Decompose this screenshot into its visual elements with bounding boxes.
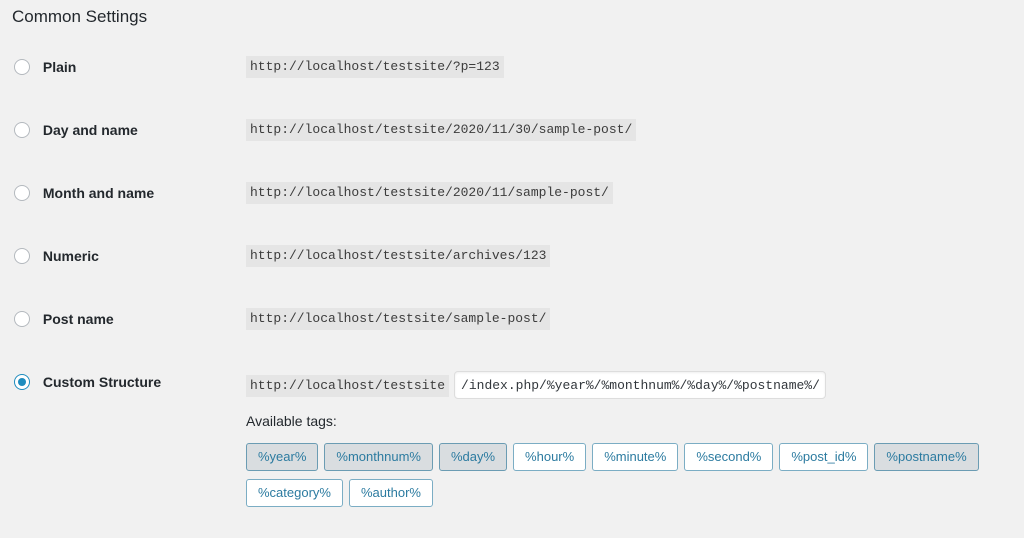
- radio-plain[interactable]: [14, 59, 30, 75]
- available-tags-label: Available tags:: [246, 413, 337, 429]
- permalink-option-label-cell: Post name: [0, 308, 246, 371]
- option-day-and-name-label: Day and name: [42, 122, 138, 138]
- permalink-option-value-cell: http://localhost/testsite/2020/11/30/sam…: [246, 119, 1024, 182]
- permalink-option-label-cell: Plain: [0, 56, 246, 119]
- radio-day-and-name[interactable]: [14, 122, 30, 138]
- option-post-name-label: Post name: [42, 311, 114, 327]
- tag-button-postname[interactable]: %postname%: [874, 443, 979, 471]
- option-post-name-url: http://localhost/testsite/sample-post/: [246, 308, 551, 330]
- custom-structure-prefix: http://localhost/testsite: [246, 374, 450, 397]
- permalink-option-value-cell: http://localhost/testsite/2020/11/sample…: [246, 182, 1024, 245]
- tag-button-author[interactable]: %author%: [348, 479, 433, 507]
- option-numeric-url: http://localhost/testsite/archives/123: [246, 245, 551, 267]
- permalink-option-label-cell: Custom Structure: [0, 371, 246, 515]
- tag-button-monthnum[interactable]: %monthnum%: [324, 443, 433, 471]
- option-month-and-name[interactable]: Month and name: [0, 182, 246, 204]
- permalink-option-row: Month and name http://localhost/testsite…: [0, 182, 1024, 245]
- tag-button-second[interactable]: %second%: [684, 443, 774, 471]
- option-plain-label: Plain: [42, 59, 77, 75]
- page-title: Common Settings: [12, 7, 148, 26]
- option-post-name[interactable]: Post name: [0, 308, 246, 330]
- option-month-and-name-label: Month and name: [42, 185, 155, 201]
- permalink-option-row: Plain http://localhost/testsite/?p=123: [0, 56, 1024, 119]
- custom-structure-field-group: http://localhost/testsite: [246, 371, 1024, 399]
- tag-button-day[interactable]: %day%: [438, 443, 508, 471]
- tag-button-post-id[interactable]: %post_id%: [779, 443, 869, 471]
- permalink-custom-structure-cell: http://localhost/testsite Available tags…: [246, 371, 1024, 515]
- tag-button-year[interactable]: %year%: [246, 443, 319, 471]
- permalink-option-row: Day and name http://localhost/testsite/2…: [0, 119, 1024, 182]
- option-custom-structure-label: Custom Structure: [42, 374, 162, 390]
- radio-numeric[interactable]: [14, 248, 30, 264]
- radio-post-name[interactable]: [14, 311, 30, 327]
- option-month-and-name-url: http://localhost/testsite/2020/11/sample…: [246, 182, 613, 204]
- permalink-option-row: Post name http://localhost/testsite/samp…: [0, 308, 1024, 371]
- permalink-option-row: Numeric http://localhost/testsite/archiv…: [0, 245, 1024, 308]
- tag-button-category[interactable]: %category%: [246, 479, 343, 507]
- option-plain-url: http://localhost/testsite/?p=123: [246, 56, 504, 78]
- permalink-option-value-cell: http://localhost/testsite/archives/123: [246, 245, 1024, 308]
- permalink-option-label-cell: Day and name: [0, 119, 246, 182]
- radio-month-and-name[interactable]: [14, 185, 30, 201]
- option-day-and-name-url: http://localhost/testsite/2020/11/30/sam…: [246, 119, 637, 141]
- available-tags-list: %year% %monthnum% %day% %hour% %minute% %seco…: [246, 443, 1024, 515]
- option-numeric-label: Numeric: [42, 248, 99, 264]
- option-numeric[interactable]: Numeric: [0, 245, 246, 267]
- permalink-settings-body: Plain http://localhost/testsite/?p=123 D…: [0, 56, 1024, 515]
- permalink-option-value-cell: http://localhost/testsite/sample-post/: [246, 308, 1024, 371]
- option-day-and-name[interactable]: Day and name: [0, 119, 246, 141]
- permalink-option-value-cell: http://localhost/testsite/?p=123: [246, 56, 1024, 119]
- radio-custom-structure[interactable]: [14, 374, 30, 390]
- option-plain[interactable]: Plain: [0, 56, 246, 78]
- tag-button-hour[interactable]: %hour%: [513, 443, 587, 471]
- option-custom-structure[interactable]: Custom Structure: [0, 371, 246, 393]
- permalink-custom-structure-row: Custom Structure http://localhost/testsi…: [0, 371, 1024, 515]
- permalink-option-label-cell: Numeric: [0, 245, 246, 308]
- permalink-option-label-cell: Month and name: [0, 182, 246, 245]
- permalink-settings-table: Plain http://localhost/testsite/?p=123 D…: [0, 56, 1024, 515]
- custom-structure-input[interactable]: [454, 371, 827, 399]
- tag-button-minute[interactable]: %minute%: [592, 443, 679, 471]
